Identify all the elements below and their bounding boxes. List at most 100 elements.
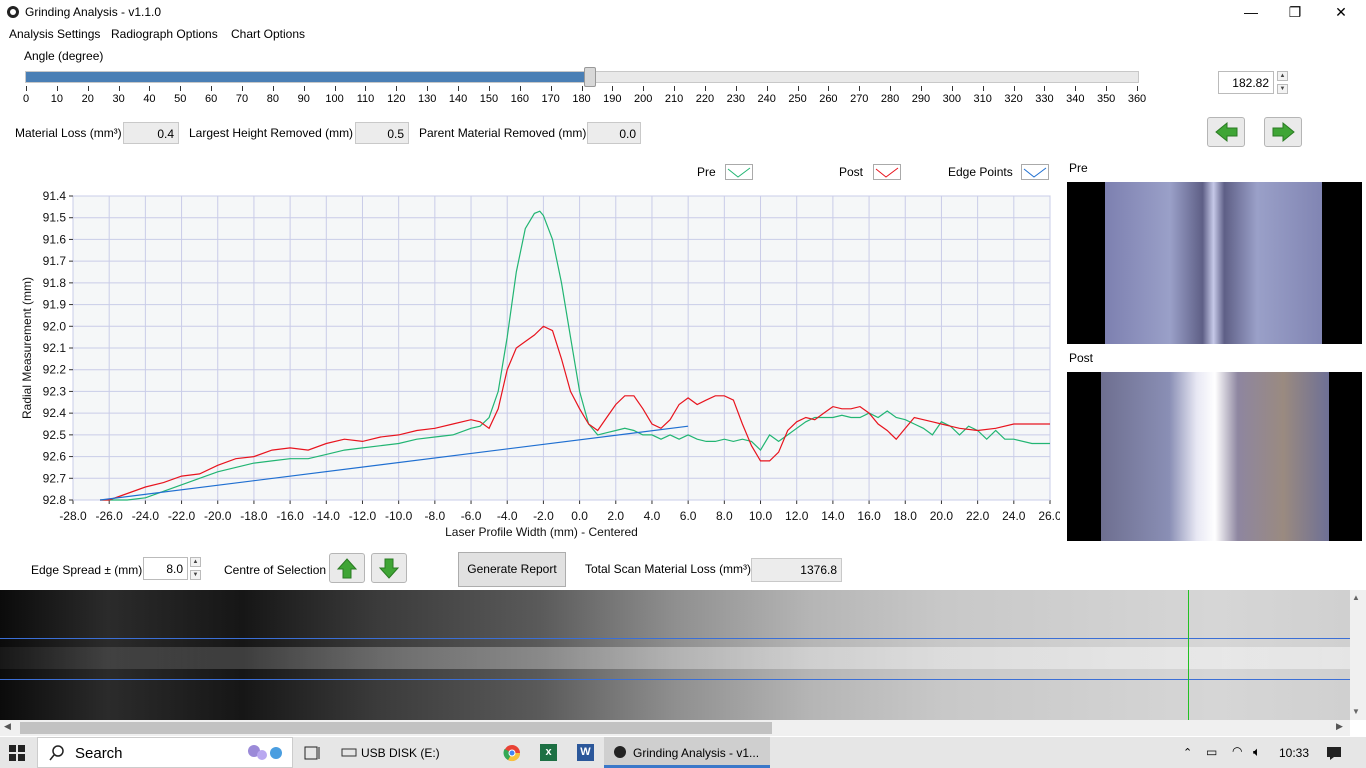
y-tick-label: 91.9 <box>43 298 67 312</box>
excel-icon[interactable]: x <box>540 744 557 761</box>
angle-tick-label: 90 <box>297 93 310 105</box>
material-loss-label: Material Loss (mm³) <box>15 126 122 140</box>
angle-tick <box>334 86 336 91</box>
centre-up-button[interactable] <box>329 553 365 583</box>
angle-tick-label: 340 <box>1066 93 1085 105</box>
volume-icon[interactable]: 🔈︎ <box>1253 744 1261 760</box>
angle-slider-thumb[interactable] <box>584 67 597 87</box>
x-tick-label: 22.0 <box>966 509 990 523</box>
menu-radiograph-options[interactable]: Radiograph Options <box>111 27 218 41</box>
largest-height-value: 0.5 <box>355 122 409 144</box>
battery-icon[interactable]: ▭ <box>1206 745 1217 759</box>
edge-spread-input[interactable]: 8.0 <box>143 557 188 580</box>
angle-up-arrow[interactable]: ▲ <box>1277 71 1288 81</box>
close-button[interactable]: ✕ <box>1318 0 1364 24</box>
scroll-up-icon[interactable]: ▲ <box>1352 593 1360 602</box>
angle-tick <box>1044 86 1046 91</box>
angle-tick <box>488 86 490 91</box>
x-tick-label: -12.0 <box>349 509 377 523</box>
chrome-icon[interactable] <box>503 744 521 765</box>
largest-height-label: Largest Height Removed (mm) <box>189 126 354 140</box>
y-tick-label: 91.7 <box>43 254 67 268</box>
menu-analysis-settings[interactable]: Analysis Settings <box>9 27 100 41</box>
angle-tick <box>26 86 27 91</box>
angle-tick <box>797 86 799 91</box>
angle-tick <box>920 86 922 91</box>
previous-button[interactable] <box>1207 117 1245 147</box>
total-loss-label: Total Scan Material Loss (mm³) <box>585 562 752 576</box>
angle-tick <box>427 86 429 91</box>
y-tick-label: 92.6 <box>43 450 67 464</box>
angle-tick <box>56 86 58 91</box>
x-tick-label: 20.0 <box>930 509 954 523</box>
angle-tick <box>458 86 460 91</box>
clock[interactable]: 10:33 <box>1279 746 1309 760</box>
scroll-down-icon[interactable]: ▼ <box>1352 707 1360 716</box>
menu-chart-options[interactable]: Chart Options <box>231 27 305 41</box>
windows-start-icon[interactable] <box>8 744 26 765</box>
angle-tick <box>951 86 953 91</box>
x-tick-label: -20.0 <box>204 509 232 523</box>
y-tick-label: 92.7 <box>43 471 67 485</box>
angle-tick-label: 40 <box>143 93 156 105</box>
horizontal-scroll-thumb[interactable] <box>20 722 772 734</box>
next-button[interactable] <box>1264 117 1302 147</box>
angle-tick-label: 300 <box>942 93 962 105</box>
x-tick-label: 6.0 <box>680 509 697 523</box>
arrow-up-icon <box>336 558 358 579</box>
centre-down-button[interactable] <box>371 553 407 583</box>
angle-down-arrow[interactable]: ▼ <box>1277 84 1288 94</box>
wifi-icon[interactable]: ◠ <box>1232 744 1242 758</box>
x-tick-label: -2.0 <box>533 509 554 523</box>
angle-label: Angle (degree) <box>24 49 104 63</box>
notifications-icon[interactable] <box>1326 745 1342 764</box>
angle-tick-label: 210 <box>664 93 684 105</box>
edge-spread-down-arrow[interactable]: ▼ <box>190 570 201 580</box>
x-tick-label: 14.0 <box>821 509 845 523</box>
scroll-left-icon[interactable]: ◀ <box>4 721 11 732</box>
post-panel-label: Post <box>1069 351 1094 365</box>
angle-tick-label: 120 <box>387 93 406 105</box>
x-tick-label: 4.0 <box>644 509 661 523</box>
angle-tick-label: 60 <box>205 93 218 105</box>
angle-input[interactable]: 182.82 <box>1218 71 1274 94</box>
material-loss-value: 0.4 <box>123 122 179 144</box>
angle-tick <box>180 86 182 91</box>
y-tick-label: 92.1 <box>43 341 67 355</box>
angle-tick-label: 30 <box>112 93 125 105</box>
generate-report-button[interactable]: Generate Report <box>458 552 566 587</box>
arrow-left-icon <box>1215 121 1238 143</box>
angle-tick-label: 130 <box>418 93 437 105</box>
x-tick-label: 24.0 <box>1002 509 1026 523</box>
vertical-scrollbar[interactable] <box>1350 590 1366 720</box>
angle-slider-fill <box>26 72 591 82</box>
edge-spread-up-arrow[interactable]: ▲ <box>190 557 201 567</box>
taskbar-usb[interactable]: USB DISK (E:) <box>361 746 440 760</box>
legend-pre-label: Pre <box>697 165 716 179</box>
y-tick-label: 92.8 <box>43 493 67 507</box>
angle-tick <box>1013 86 1015 91</box>
word-icon[interactable]: W <box>577 744 594 761</box>
angle-tick <box>1106 86 1108 91</box>
scroll-right-icon[interactable]: ▶ <box>1336 721 1343 732</box>
minimize-button[interactable]: — <box>1228 0 1274 24</box>
legend-post-swatch <box>873 164 901 180</box>
angle-tick <box>272 86 274 91</box>
pre-image <box>1067 182 1362 344</box>
taskbar-app-label: Grinding Analysis - v1... <box>633 746 760 760</box>
angle-tick-label: 360 <box>1127 93 1147 105</box>
task-view-icon[interactable] <box>304 745 322 764</box>
angle-tick <box>118 86 120 91</box>
maximize-button[interactable]: ❐ <box>1272 0 1318 24</box>
angle-tick-label: 110 <box>356 93 375 105</box>
angle-tick-label: 80 <box>266 93 279 105</box>
angle-tick <box>982 86 984 91</box>
chevron-up-icon[interactable]: ⌃ <box>1183 746 1192 759</box>
angle-tick <box>643 86 645 91</box>
angle-tick <box>674 86 676 91</box>
y-axis-label: Radial Measurement (mm) <box>20 277 34 419</box>
x-tick-label: -14.0 <box>313 509 341 523</box>
angle-tick-label: 240 <box>757 93 776 105</box>
angle-tick-label: 160 <box>510 93 529 105</box>
total-loss-value: 1376.8 <box>751 558 842 582</box>
